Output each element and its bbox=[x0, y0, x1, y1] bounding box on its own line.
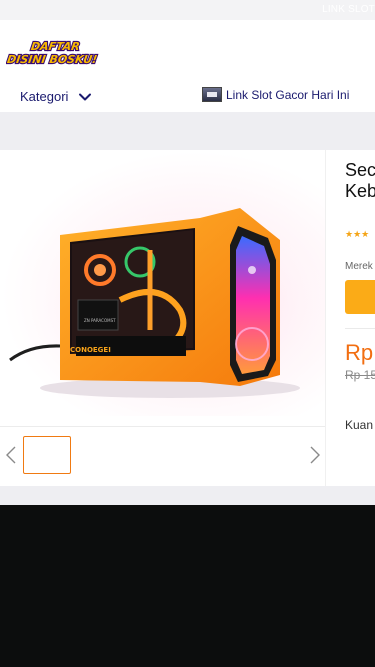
top-bar: LINK SLOT bbox=[0, 0, 375, 20]
logo-line-2: DISINI BOSKU! bbox=[6, 53, 98, 66]
case-sub-text: ZN PARACOMST bbox=[84, 318, 116, 323]
brand-label: Merek bbox=[345, 261, 373, 272]
product-title-line-2: Keb bbox=[345, 181, 375, 201]
top-bar-link[interactable]: LINK SLOT bbox=[322, 4, 375, 15]
chevron-right-icon[interactable] bbox=[308, 444, 322, 466]
product-title: Sec Keb bbox=[345, 160, 375, 202]
product-panel: CONOEGEI ZN PARACOMST Sec Keb ★★★ Merek … bbox=[0, 150, 375, 486]
chevron-left-icon[interactable] bbox=[4, 444, 18, 466]
kategori-label: Kategori bbox=[20, 89, 69, 104]
breadcrumb-band bbox=[0, 112, 375, 150]
logo[interactable]: DAFTAR DISINI BOSKU! bbox=[6, 39, 118, 67]
header: DAFTAR DISINI BOSKU! Kategori Link Slot … bbox=[0, 20, 375, 112]
rating-stars-icon: ★★★ bbox=[345, 229, 370, 239]
chevron-down-icon bbox=[79, 93, 92, 100]
product-price: Rp bbox=[345, 340, 374, 365]
quantity-label: Kuan bbox=[345, 418, 374, 432]
logo-line-1: DAFTAR bbox=[30, 40, 81, 53]
section-gap bbox=[0, 486, 375, 505]
slot-thumbnail-icon bbox=[202, 87, 222, 102]
product-info: Sec Keb ★★★ Merek Rp Rp 15 Kuan bbox=[345, 150, 375, 486]
thumbnail-selected[interactable] bbox=[23, 436, 71, 474]
thumbnail-strip bbox=[0, 426, 325, 479]
slot-gacor-label: Link Slot Gacor Hari Ini bbox=[226, 87, 350, 102]
divider bbox=[325, 150, 326, 486]
product-title-line-1: Sec bbox=[345, 160, 375, 180]
product-old-price: Rp 15 bbox=[345, 368, 375, 382]
separator bbox=[345, 328, 375, 329]
brand-button[interactable] bbox=[345, 280, 375, 314]
product-image[interactable]: CONOEGEI ZN PARACOMST bbox=[0, 150, 325, 416]
slot-gacor-link[interactable]: Link Slot Gacor Hari Ini bbox=[202, 87, 349, 102]
kategori-dropdown[interactable]: Kategori bbox=[20, 89, 92, 104]
case-brand-text: CONOEGEI bbox=[70, 346, 111, 354]
footer bbox=[0, 505, 375, 667]
